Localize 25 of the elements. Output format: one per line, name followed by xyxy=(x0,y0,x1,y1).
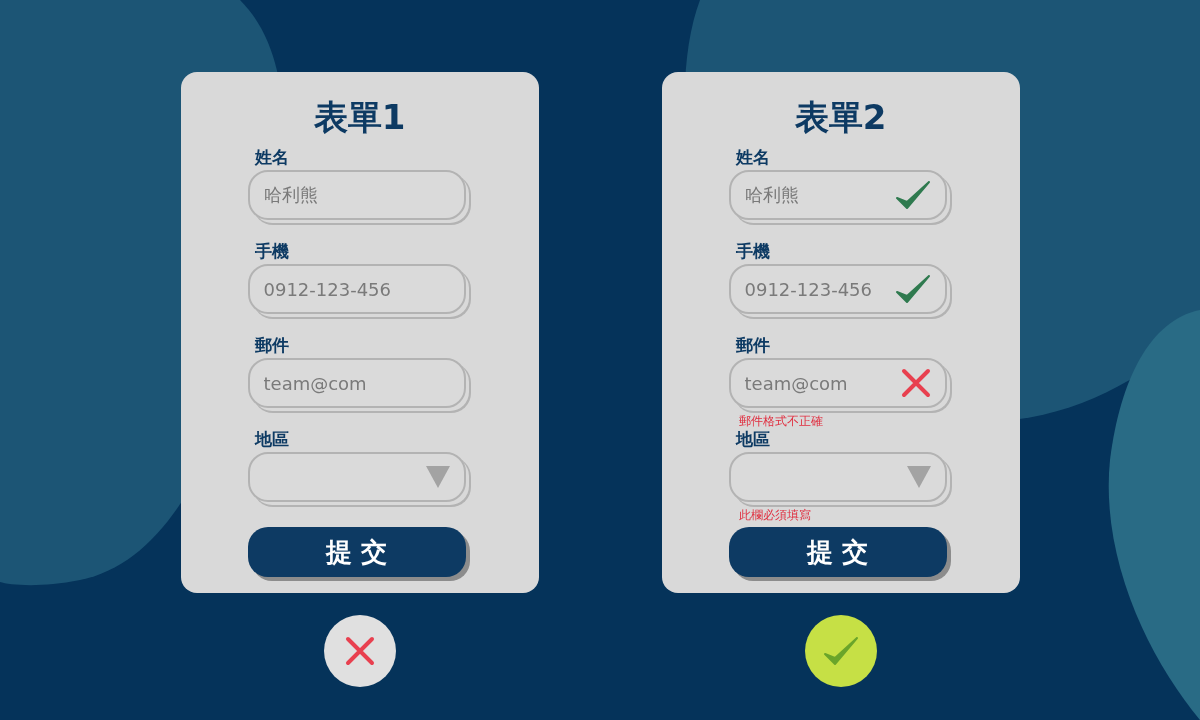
close-icon xyxy=(900,368,931,398)
field-value: team@com xyxy=(744,372,848,394)
field-label: 姓名 xyxy=(735,146,770,168)
check-icon xyxy=(822,636,859,666)
field-label: 郵件 xyxy=(254,334,289,356)
dropdown-triangle-icon xyxy=(906,466,931,488)
form-title: 表單2 xyxy=(793,96,888,139)
field-label: 手機 xyxy=(735,240,770,262)
field-value: 哈利熊 xyxy=(263,183,318,207)
field-label: 姓名 xyxy=(254,146,289,168)
field-value: team@com xyxy=(263,372,367,394)
field-label: 地區 xyxy=(254,428,289,450)
check-icon xyxy=(894,274,931,304)
field-value: 哈利熊 xyxy=(744,183,799,207)
close-icon xyxy=(344,636,375,666)
dropdown-triangle-icon xyxy=(425,466,450,488)
field-label: 地區 xyxy=(735,428,770,450)
form-title: 表單1 xyxy=(312,96,407,139)
error-message: 郵件格式不正確 xyxy=(738,414,823,428)
field-value: 0912-123-456 xyxy=(263,278,391,300)
field-label: 郵件 xyxy=(735,334,770,356)
field-label: 手機 xyxy=(254,240,289,262)
field-value: 0912-123-456 xyxy=(744,278,872,300)
check-icon xyxy=(894,180,931,210)
error-message: 此欄必須填寫 xyxy=(738,508,811,522)
